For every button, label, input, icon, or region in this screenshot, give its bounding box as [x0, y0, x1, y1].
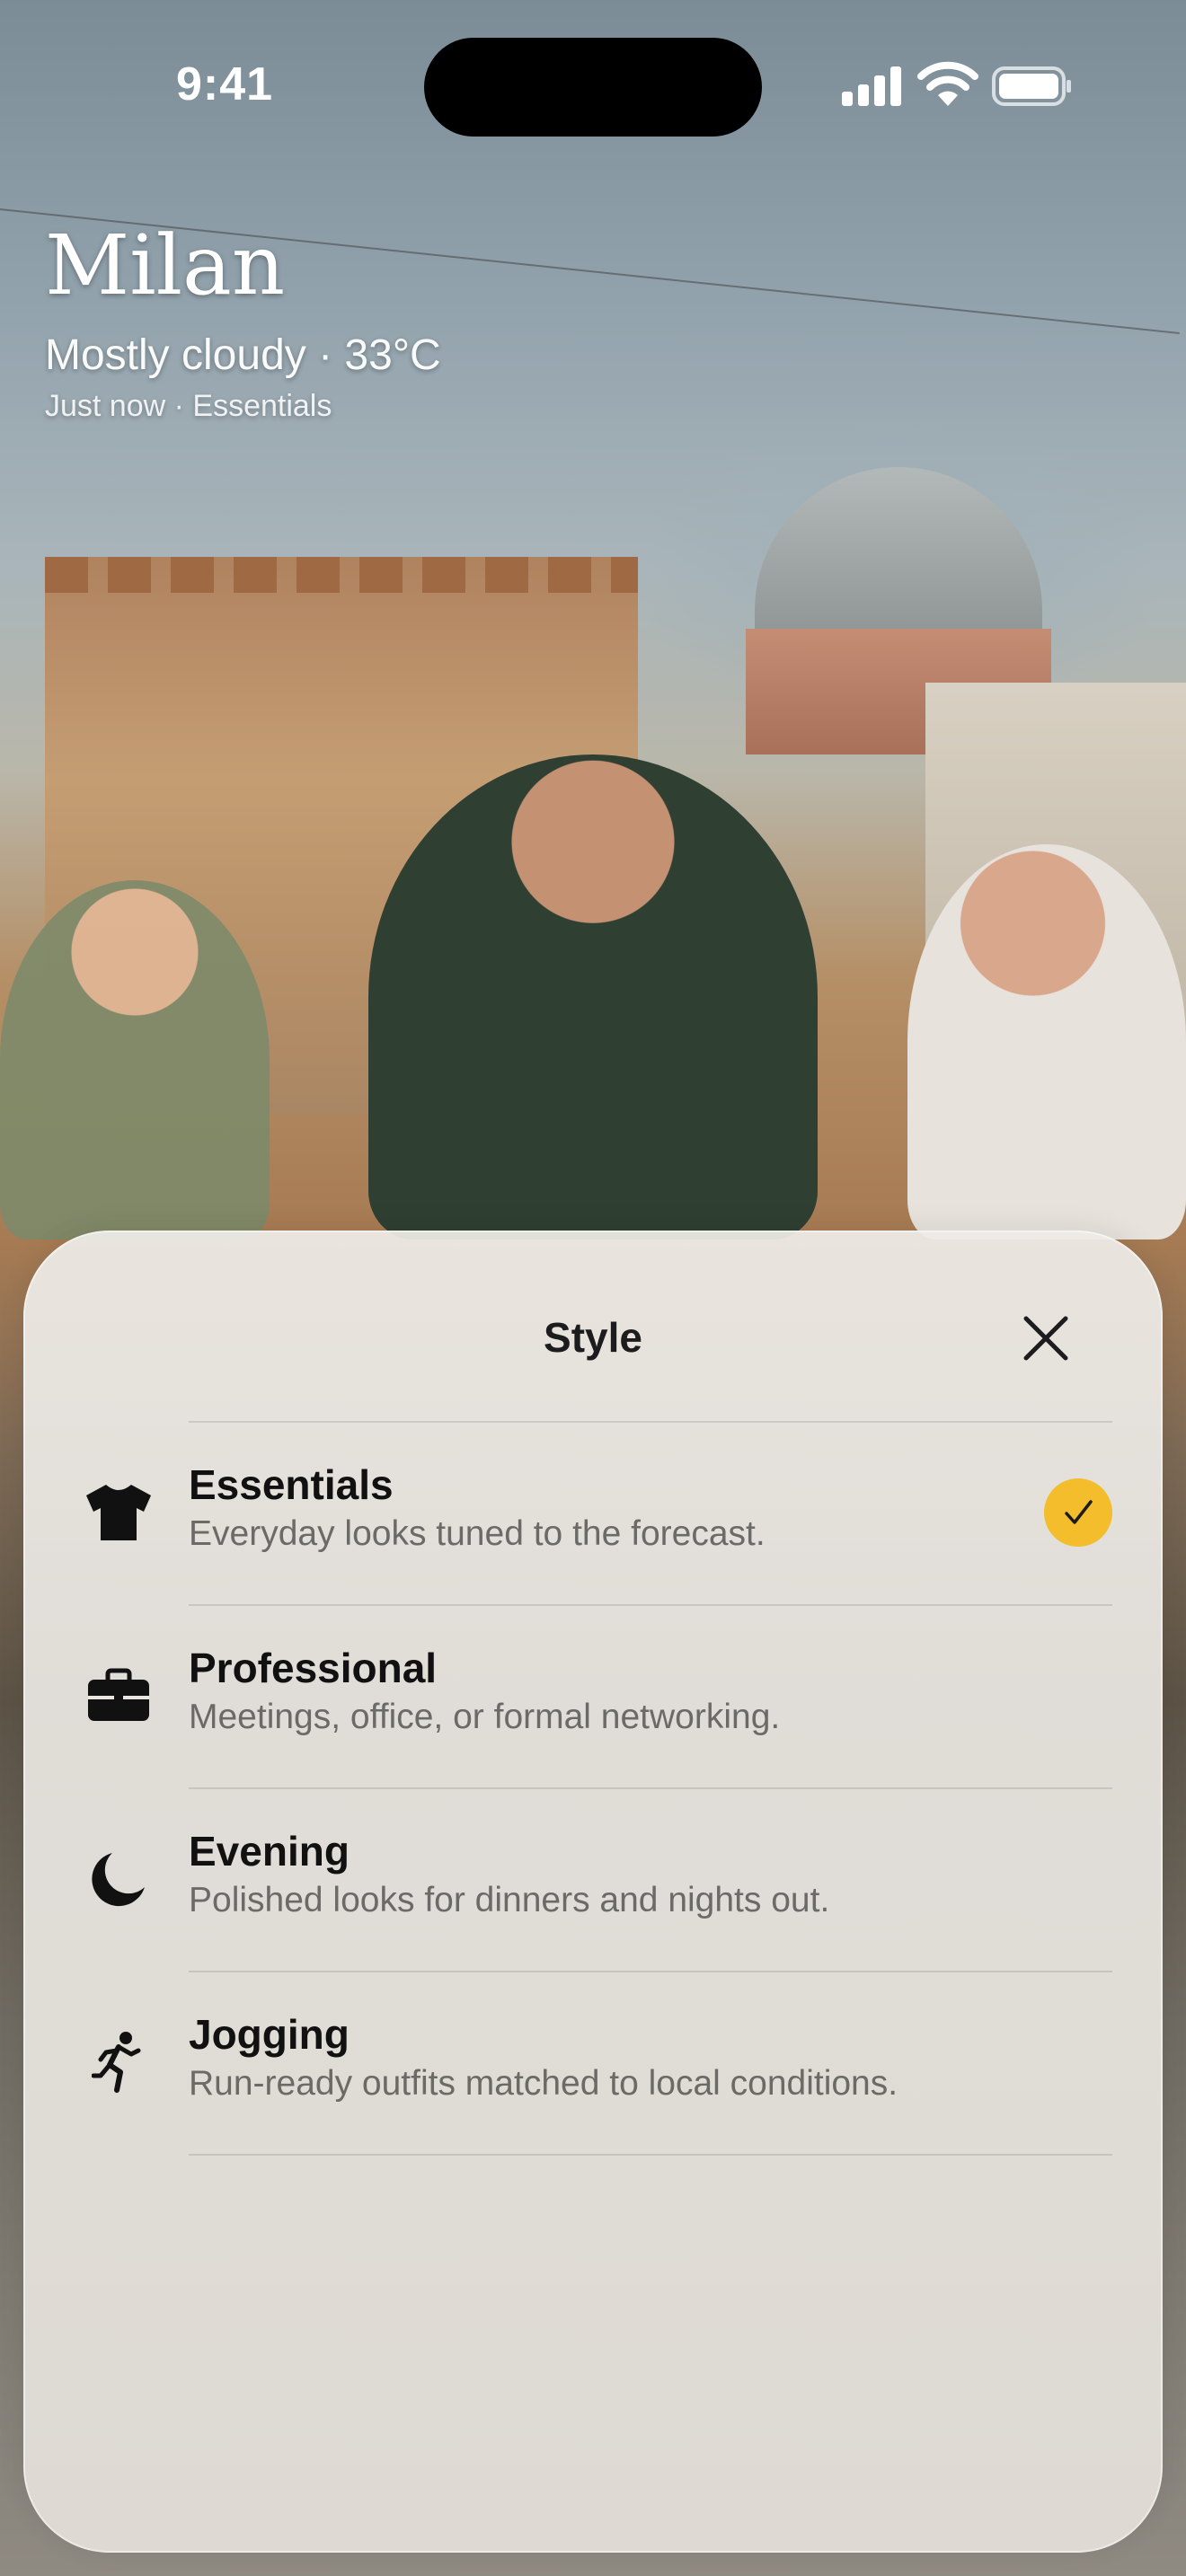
background-dome — [755, 467, 1042, 647]
person-right — [907, 844, 1186, 1239]
option-title: Essentials — [189, 1461, 394, 1508]
briefcase-icon — [81, 1658, 156, 1734]
style-sheet: Style Essentials Everyday looks tuned to… — [23, 1231, 1163, 2553]
dynamic-island — [424, 38, 762, 137]
option-description: Run-ready outfits matched to local condi… — [189, 2064, 898, 2103]
location-header: Milan Mostly cloudy · 33°C Just now · Es… — [45, 225, 441, 424]
battery-icon — [992, 66, 1071, 106]
style-option-essentials[interactable]: Essentials Everyday looks tuned to the f… — [23, 1421, 1163, 1604]
option-title: Evening — [189, 1828, 350, 1875]
runner-icon — [81, 2025, 156, 2100]
divider — [189, 2154, 1112, 2156]
close-icon — [1023, 1316, 1068, 1361]
cellular-signal-icon — [842, 66, 901, 106]
option-description: Polished looks for dinners and nights ou… — [189, 1881, 830, 1919]
background-battlements — [45, 557, 638, 593]
checkmark-icon — [1065, 1500, 1093, 1524]
option-description: Everyday looks tuned to the forecast. — [189, 1514, 766, 1553]
style-option-jogging[interactable]: Jogging Run-ready outfits matched to loc… — [23, 1971, 1163, 2154]
person-left — [0, 880, 270, 1239]
moon-icon — [81, 1841, 156, 1917]
option-description: Meetings, office, or formal networking. — [189, 1698, 781, 1736]
status-bar: 9:41 — [0, 0, 1186, 171]
status-time: 9:41 — [176, 58, 274, 110]
sheet-title: Style — [544, 1314, 642, 1361]
close-button[interactable] — [1012, 1304, 1080, 1372]
tshirt-icon — [81, 1475, 156, 1550]
option-title: Professional — [189, 1645, 438, 1691]
update-info: Just now · Essentials — [45, 389, 332, 423]
person-center — [368, 754, 818, 1239]
option-title: Jogging — [189, 2011, 350, 2058]
style-option-professional[interactable]: Professional Meetings, office, or formal… — [23, 1604, 1163, 1787]
style-option-evening[interactable]: Evening Polished looks for dinners and n… — [23, 1787, 1163, 1971]
city-name: Milan — [45, 217, 286, 313]
weather-summary: Mostly cloudy · 33°C — [45, 331, 441, 379]
wifi-icon — [917, 61, 978, 106]
selected-checkmark — [1044, 1478, 1112, 1547]
